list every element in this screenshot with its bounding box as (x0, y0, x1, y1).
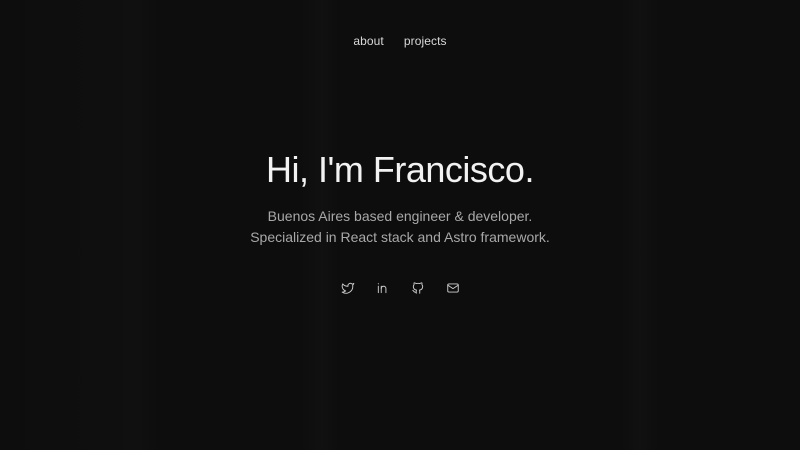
hero-subtitle-line-2: Specialized in React stack and Astro fra… (250, 229, 550, 245)
hero-subtitle: Buenos Aires based engineer & developer.… (0, 206, 800, 248)
github-icon[interactable] (411, 281, 425, 295)
nav-link-about[interactable]: about (353, 34, 384, 48)
hero: Hi, I'm Francisco. Buenos Aires based en… (0, 148, 800, 248)
hero-subtitle-line-1: Buenos Aires based engineer & developer. (267, 208, 533, 224)
hero-title: Hi, I'm Francisco. (266, 149, 534, 190)
twitter-icon[interactable] (341, 281, 355, 295)
mail-icon[interactable] (446, 281, 460, 295)
social-links (0, 281, 800, 295)
top-nav: about projects (0, 34, 800, 48)
linkedin-icon[interactable] (376, 281, 390, 295)
nav-link-projects[interactable]: projects (404, 34, 447, 48)
